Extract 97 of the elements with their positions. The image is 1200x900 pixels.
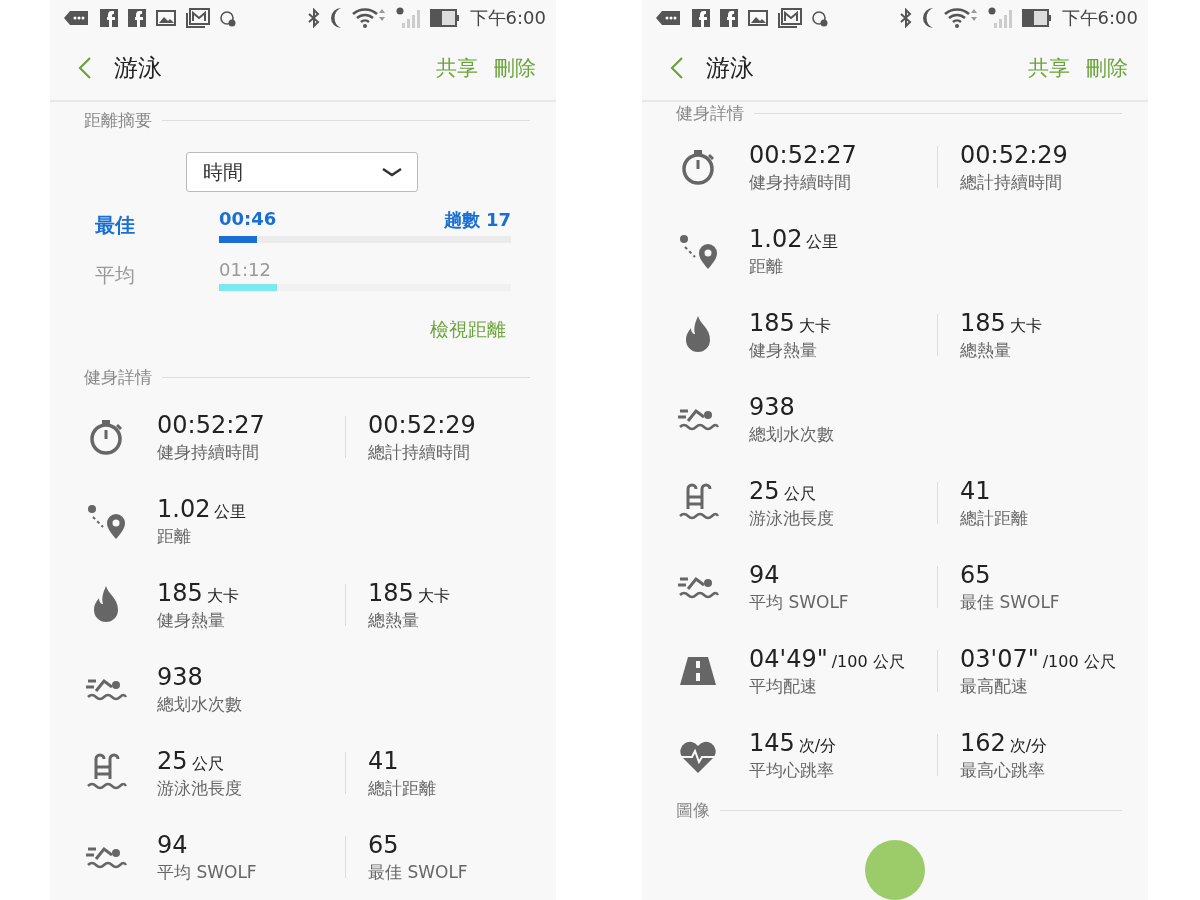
metric-label: 總計持續時間 [368,440,471,464]
metric-label: 總計距離 [960,506,1029,530]
section-title: 健身詳情 [676,102,744,125]
status-time: 下午6:00 [469,6,546,30]
metric-value: 00:52:27 [749,140,858,169]
header-action[interactable]: 共享 [428,50,486,86]
metric-label: 最高心跳率 [960,758,1046,782]
metric-value: 25 公尺 [749,476,817,505]
metric-label: 總計持續時間 [960,170,1063,194]
alarm-icon [220,8,236,28]
metric-value: 94 [749,560,781,589]
wifi-icon [351,7,386,29]
metric-value: 25 公尺 [157,746,225,775]
metric-label: 平均 SWOLF [749,590,850,614]
header-action[interactable]: 刪除 [1078,50,1136,86]
metric-value: 938 [157,662,204,691]
metric-label: 總划水次數 [749,422,835,446]
metric-label: 總熱量 [960,338,1012,362]
header-action[interactable]: 刪除 [486,50,544,86]
metric-label: 游泳池長度 [749,506,835,530]
lap-time: 00:46 [219,208,277,231]
metric-value: 65 [368,830,400,859]
signal-icon [987,7,1012,29]
moon-icon [921,7,934,29]
facebook-icon [720,9,738,27]
swimmer-icon [83,677,128,701]
metric-label: 平均配速 [749,674,818,698]
section-title: 健身詳情 [84,365,152,389]
message-icon [64,9,90,27]
message-icon [656,9,682,27]
metric-label: 最佳 SWOLF [368,860,469,884]
view-distance-link[interactable]: 檢視距離 [430,317,506,343]
battery-icon [429,9,460,27]
wifi-icon [943,7,978,29]
metric-value: 03'07" /100 公尺 [960,644,1117,673]
metric-value: 00:52:29 [368,410,477,439]
alarm-icon [812,8,828,28]
metric-dropdown[interactable]: 時間 [186,152,418,192]
metric-value: 1.02 公里 [157,494,248,523]
mail-icon [778,8,802,28]
status-time: 下午6:00 [1061,6,1138,30]
bluetooth-icon [307,8,320,28]
bluetooth-icon [899,8,912,28]
metric-label: 平均心跳率 [749,758,835,782]
metric-label: 距離 [749,254,784,278]
metric-value: 185 大卡 [368,578,451,607]
metric-label: 距離 [157,524,192,548]
facebook-icon [692,9,710,27]
metric-label: 健身持續時間 [749,170,852,194]
metric-value: 41 [368,746,400,775]
metric-value: 185 大卡 [157,578,240,607]
metric-label: 健身熱量 [749,338,818,362]
metric-value: 938 [749,392,796,421]
lap-count: 趟數 17 [443,208,511,232]
page-title: 游泳 [114,53,163,84]
image-icon [156,10,176,26]
metric-label: 總計距離 [368,776,437,800]
metric-value: 162 次/分 [960,728,1049,757]
header-action[interactable]: 共享 [1020,50,1078,86]
mail-icon [186,8,210,28]
swimmer-icon [83,845,128,869]
moon-icon [329,7,342,29]
metric-value: 00:52:29 [960,140,1069,169]
battery-icon [1021,9,1052,27]
metric-value: 145 次/分 [749,728,838,757]
lap-time: 01:12 [219,259,271,280]
metric-label: 總熱量 [368,608,420,632]
swimmer-icon [675,407,720,431]
chevron-down-icon [381,166,403,178]
metric-label: 健身持續時間 [157,440,260,464]
metric-label: 最佳 SWOLF [960,590,1061,614]
metric-label: 游泳池長度 [157,776,243,800]
metric-value: 185 大卡 [960,308,1043,337]
lap-label: 最佳 [95,212,136,239]
back-chevron-icon [670,56,684,80]
image-icon [748,10,768,26]
facebook-icon [100,9,118,27]
metric-label: 最高配速 [960,674,1029,698]
metric-value: 41 [960,476,992,505]
metric-value: 94 [157,830,189,859]
image-thumbnail [865,840,925,900]
swimmer-icon [675,575,720,599]
metric-label: 健身熱量 [157,608,226,632]
metric-value: 185 大卡 [749,308,832,337]
signal-icon [395,7,420,29]
section-title: 距離摘要 [84,108,152,132]
page-title: 游泳 [706,53,755,84]
facebook-icon [128,9,146,27]
metric-value: 04'49" /100 公尺 [749,644,906,673]
metric-label: 總划水次數 [157,692,243,716]
lap-label: 平均 [95,261,136,289]
section-title: 圖像 [676,799,710,822]
metric-value: 1.02 公里 [749,224,840,253]
metric-label: 平均 SWOLF [157,860,258,884]
metric-value: 65 [960,560,992,589]
back-chevron-icon [78,56,92,80]
metric-value: 00:52:27 [157,410,266,439]
